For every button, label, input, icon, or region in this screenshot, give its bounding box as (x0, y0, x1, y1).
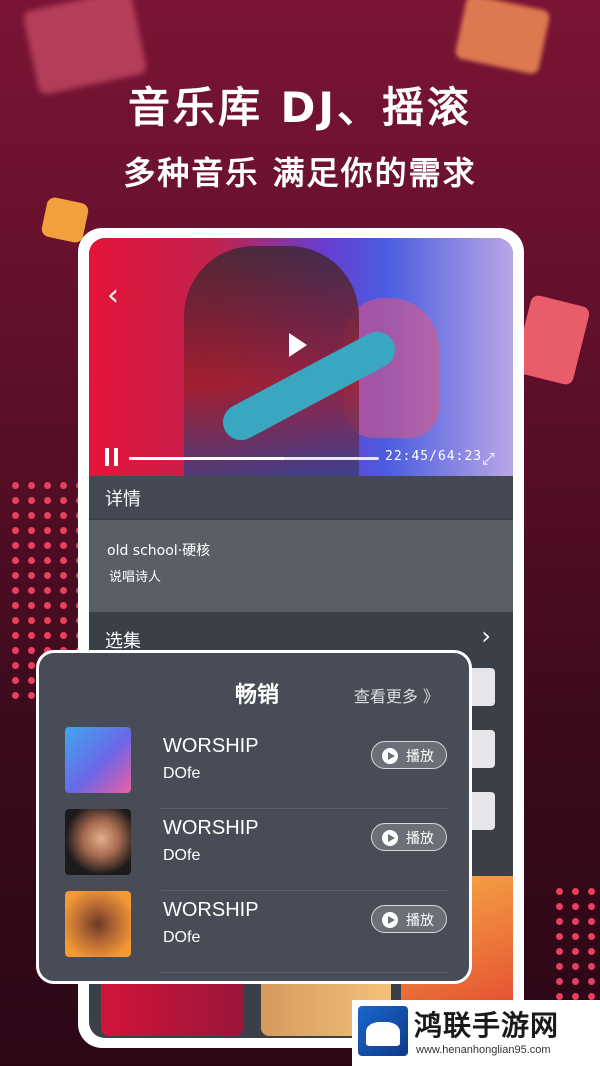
play-icon (382, 748, 398, 764)
play-label: 播放 (406, 749, 434, 765)
progress-track[interactable] (129, 457, 379, 460)
album-cover (65, 891, 131, 957)
decor-square (513, 293, 591, 387)
play-button[interactable]: 播放 (371, 823, 447, 851)
watermark-text: 鸿联手游网 (414, 1009, 560, 1042)
watermark: 鸿联手游网 www.henanhonglian95.com (352, 1000, 600, 1066)
fullscreen-icon[interactable]: ⤢ (482, 449, 495, 469)
play-button[interactable]: 播放 (371, 905, 447, 933)
track-name: WORSHIP (163, 817, 259, 839)
back-icon[interactable]: ‹ (107, 278, 119, 313)
progress-fill (129, 457, 284, 460)
play-icon[interactable] (289, 333, 307, 357)
divider (161, 972, 449, 973)
track-artist: DOfe (163, 847, 201, 864)
chevron-right-icon[interactable]: › (481, 622, 491, 650)
video-player[interactable]: ‹ 22:45/64:23 ⤢ (89, 238, 513, 476)
album-cover (65, 809, 131, 875)
list-item[interactable]: WORSHIP DOfe 播放 (63, 727, 449, 809)
song-title: old school·硬核 (107, 543, 211, 559)
decor-square (454, 0, 551, 76)
view-more-link[interactable]: 查看更多 》 (354, 683, 439, 707)
play-icon (382, 912, 398, 928)
list-item[interactable]: WORSHIP DOfe 播放 (63, 891, 449, 973)
watermark-logo-icon (358, 1006, 408, 1056)
details-label: 详情 (105, 489, 141, 510)
track-name: WORSHIP (163, 899, 259, 921)
pause-icon[interactable] (105, 448, 119, 466)
track-name: WORSHIP (163, 735, 259, 757)
list-item[interactable]: WORSHIP DOfe 播放 (63, 809, 449, 891)
play-label: 播放 (406, 913, 434, 929)
track-artist: DOfe (163, 765, 201, 782)
bestseller-card: 畅销 查看更多 》 WORSHIP DOfe 播放 WORSHIP DOfe 播… (36, 650, 472, 984)
watermark-url: www.henanhonglian95.com (416, 1044, 551, 1056)
decor-dots (556, 888, 597, 1000)
album-cover (65, 727, 131, 793)
headline-title: 音乐库 DJ、摇滚 (127, 83, 473, 132)
thumbnail-image[interactable] (101, 976, 243, 1036)
headline-subtitle: 多种音乐 满足你的需求 (123, 154, 477, 192)
track-artist: DOfe (163, 929, 201, 946)
song-artist: 说唱诗人 (109, 570, 162, 585)
play-label: 播放 (406, 831, 434, 847)
play-icon (382, 830, 398, 846)
play-button[interactable]: 播放 (371, 741, 447, 769)
playback-time: 22:45/64:23 (385, 449, 483, 464)
details-header: 详情 (89, 476, 513, 518)
details-panel: old school·硬核 说唱诗人 (89, 520, 513, 612)
